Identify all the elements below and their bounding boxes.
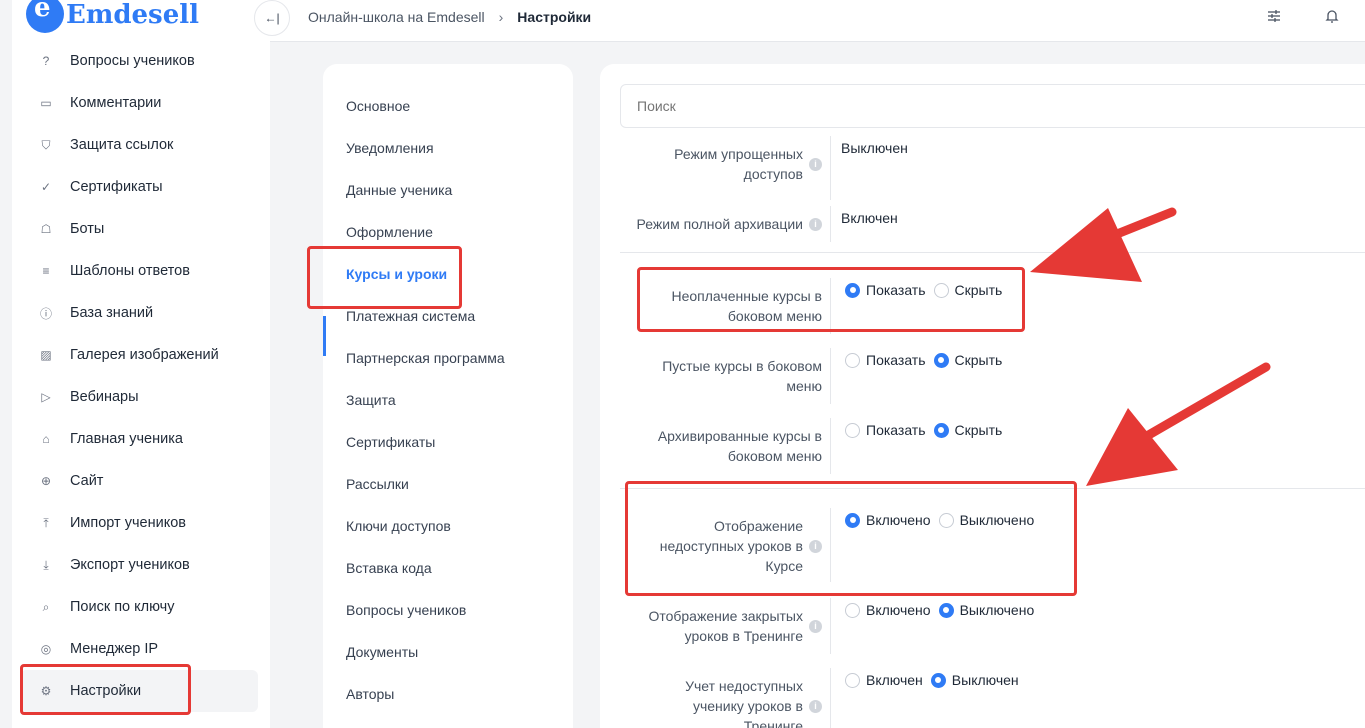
annotation-arrow-2: [1086, 362, 1271, 486]
annotation-arrow-1: [1030, 207, 1177, 282]
annotation-arrows: [1030, 207, 1271, 486]
